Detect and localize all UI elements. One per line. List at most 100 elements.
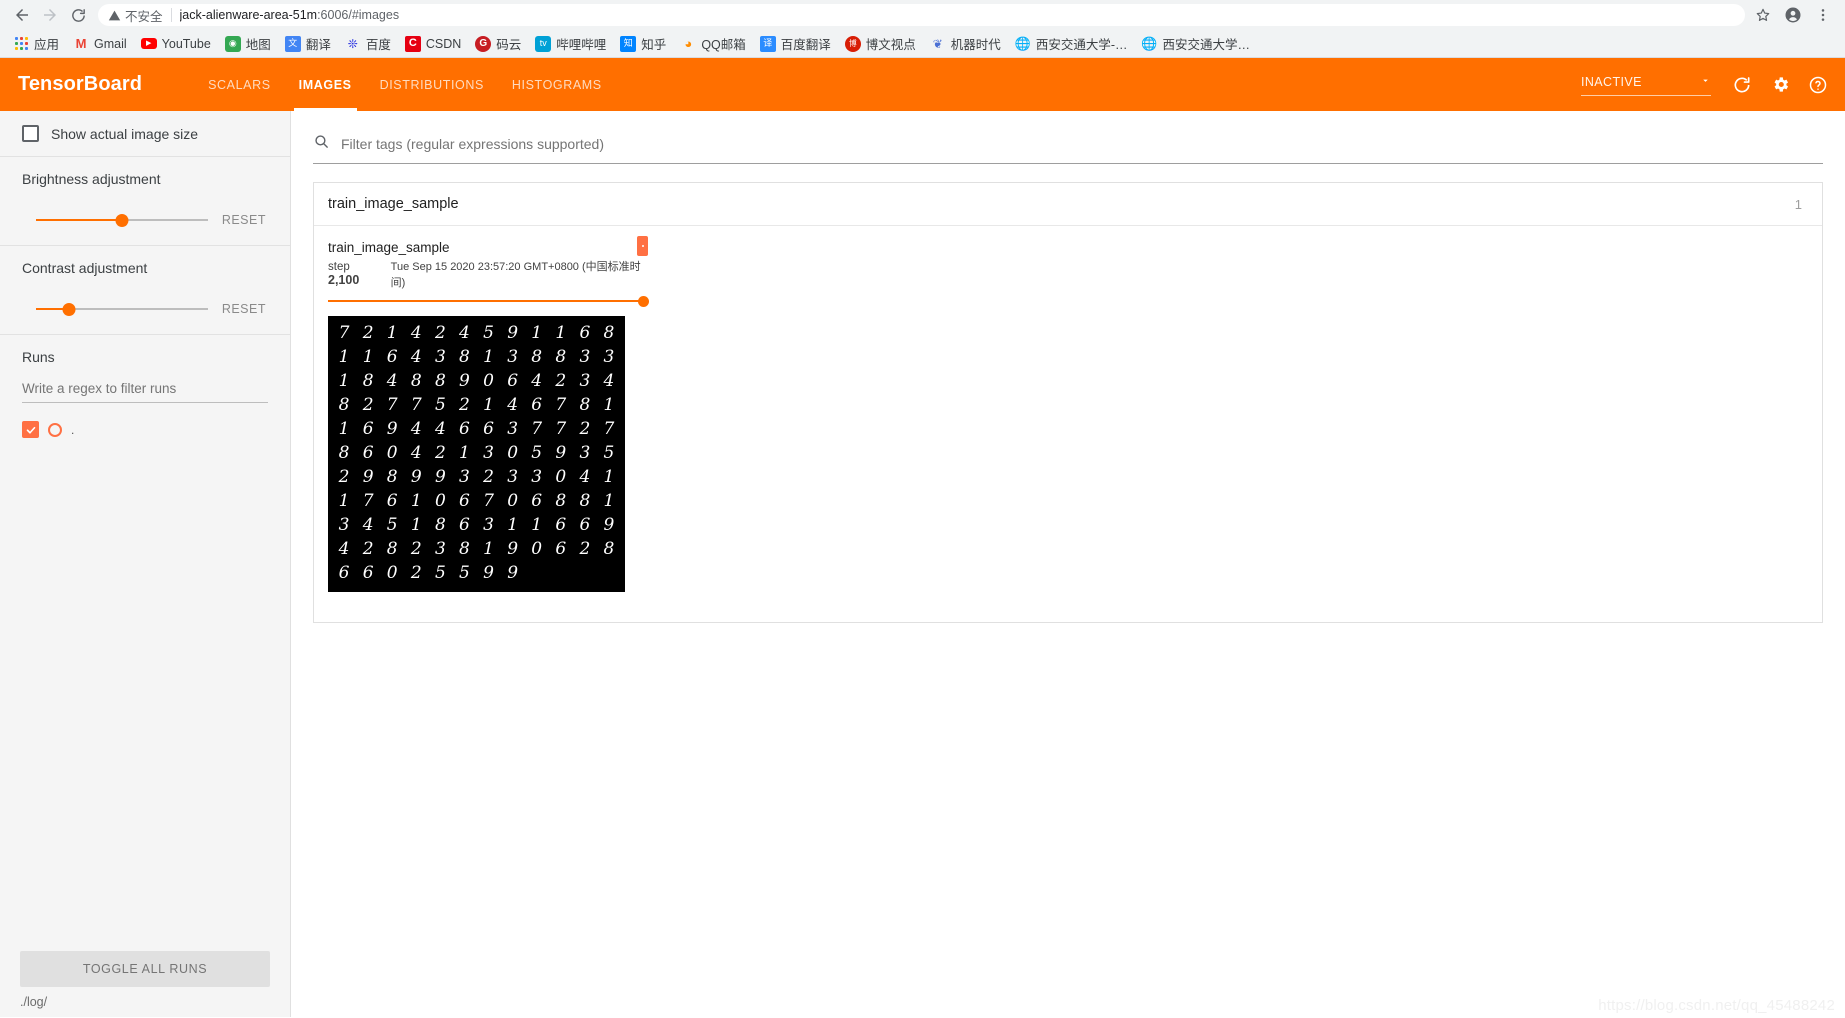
- mnist-digit: 1: [507, 515, 519, 536]
- tensorboard-logo[interactable]: TensorBoard: [18, 73, 142, 96]
- tab-images[interactable]: IMAGES: [285, 58, 366, 111]
- tag-group-header[interactable]: train_image_sample 1: [314, 183, 1822, 226]
- brightness-reset-button[interactable]: RESET: [220, 209, 268, 231]
- mnist-digit: 1: [603, 467, 615, 488]
- run-status-value: INACTIVE: [1581, 75, 1642, 89]
- mnist-digit: 9: [483, 563, 494, 584]
- tab-scalars[interactable]: SCALARS: [194, 58, 285, 111]
- runs-filter-input[interactable]: [22, 377, 268, 403]
- mnist-digit: 4: [603, 371, 615, 392]
- star-icon[interactable]: [1749, 1, 1777, 29]
- bookmark-label: 机器时代: [950, 38, 1001, 52]
- run-status-select[interactable]: INACTIVE: [1581, 73, 1711, 96]
- bookmark-xjtu-2[interactable]: 🌐 西安交通大学…: [1134, 32, 1257, 55]
- search-icon: [313, 133, 330, 155]
- bookmark-label: 码云: [496, 38, 522, 52]
- mnist-digit: 6: [483, 419, 494, 440]
- profile-icon[interactable]: [1779, 1, 1807, 29]
- toggle-all-runs-button[interactable]: TOGGLE ALL RUNS: [20, 951, 270, 987]
- sidebar-footer: TOGGLE ALL RUNS ./log/: [0, 951, 290, 1009]
- bookmark-translate[interactable]: 文 翻译: [278, 32, 338, 55]
- mnist-digit: 0: [507, 491, 519, 512]
- run-color-swatch-icon: [48, 422, 62, 437]
- mnist-digit: 1: [555, 323, 567, 344]
- mnist-digit: 3: [507, 347, 519, 368]
- contrast-reset-button[interactable]: RESET: [220, 298, 268, 320]
- mnist-digit: 7: [362, 491, 374, 512]
- image-card: train_image_sample step 2,100 Tue Sep 15…: [328, 236, 649, 592]
- bookmark-zhihu[interactable]: 知 知乎: [613, 32, 673, 55]
- bookmark-label: 翻译: [305, 38, 331, 52]
- bookmark-baidu-translate[interactable]: 译 百度翻译: [753, 32, 838, 55]
- bookmark-bilibili[interactable]: tv 哔哩哔哩: [528, 32, 613, 55]
- refresh-icon[interactable]: [1729, 72, 1755, 98]
- mnist-digit: 5: [386, 515, 398, 536]
- contrast-slider-row: RESET: [22, 298, 268, 320]
- reload-button[interactable]: [64, 1, 92, 29]
- bookmark-jiqi-shidai[interactable]: ❦ 机器时代: [923, 32, 1008, 55]
- bookmark-xjtu-1[interactable]: 🌐 西安交通大学-…: [1008, 32, 1135, 55]
- bookmark-youtube[interactable]: ▶ YouTube: [134, 35, 218, 53]
- mnist-digit: 3: [579, 443, 591, 464]
- mnist-digit: 2: [362, 395, 374, 416]
- forward-button[interactable]: [36, 1, 64, 29]
- bookmark-baidu[interactable]: ❊ 百度: [338, 32, 398, 55]
- bookmark-apps[interactable]: 应用: [6, 32, 66, 55]
- bookmark-bowen[interactable]: 博 博文视点: [838, 32, 923, 55]
- bookmark-label: 哔哩哔哩: [556, 38, 607, 52]
- mnist-digit: 2: [338, 467, 350, 488]
- show-actual-image-size-checkbox[interactable]: [22, 125, 39, 142]
- mnist-digit: 5: [483, 323, 494, 344]
- show-actual-image-size-label: Show actual image size: [51, 125, 199, 142]
- contrast-slider[interactable]: [36, 300, 208, 318]
- image-card-area: train_image_sample step 2,100 Tue Sep 15…: [314, 226, 1822, 622]
- mnist-digit: 3: [434, 347, 446, 368]
- security-label: 不安全: [125, 9, 163, 24]
- step-slider[interactable]: [328, 294, 649, 308]
- mnist-digit: 2: [483, 467, 494, 488]
- youtube-icon: ▶: [140, 38, 157, 49]
- mnist-digit: 3: [483, 443, 494, 464]
- help-circle-icon[interactable]: [1805, 72, 1831, 98]
- mnist-digit: 3: [434, 539, 446, 560]
- bookmark-qq-mail[interactable]: ◕ QQ邮箱: [673, 32, 752, 55]
- back-button[interactable]: [8, 1, 36, 29]
- tag-filter-input[interactable]: [339, 135, 1823, 153]
- run-list-item[interactable]: .: [22, 421, 268, 438]
- kebab-menu-icon[interactable]: [1809, 1, 1837, 29]
- bookmark-maps[interactable]: ◉ 地图: [218, 32, 278, 55]
- mnist-digit: 8: [338, 443, 350, 464]
- header-actions: INACTIVE: [1581, 58, 1831, 111]
- mnist-digit: 4: [459, 323, 470, 344]
- mnist-digit: 7: [603, 419, 615, 440]
- slider-knob[interactable]: [62, 302, 76, 316]
- mnist-sample-image: 7214245911681164381388331848890642348277…: [328, 315, 625, 592]
- gear-icon[interactable]: [1767, 72, 1793, 98]
- bookmark-gmail[interactable]: M Gmail: [66, 34, 134, 54]
- mnist-digit: 0: [555, 467, 567, 488]
- run-checkbox[interactable]: [22, 421, 39, 438]
- mnist-digit: 2: [555, 371, 567, 392]
- slider-knob[interactable]: [115, 213, 129, 227]
- mnist-digit: 6: [507, 371, 519, 392]
- baidu-translate-icon: 译: [759, 35, 776, 52]
- tab-distributions[interactable]: DISTRIBUTIONS: [366, 58, 498, 111]
- tab-histograms[interactable]: HISTOGRAMS: [498, 58, 616, 111]
- google-maps-icon: ◉: [224, 35, 241, 52]
- mnist-digit: 3: [579, 347, 591, 368]
- bookmark-gitee[interactable]: G 码云: [468, 32, 528, 55]
- mnist-digit: 2: [362, 539, 374, 560]
- sidebar-section-runs: Runs .: [0, 335, 290, 452]
- mnist-digit: 8: [386, 467, 398, 488]
- site-security-indicator[interactable]: 不安全: [108, 6, 163, 25]
- mnist-digit: 1: [603, 491, 615, 512]
- pin-icon[interactable]: [637, 236, 648, 256]
- address-bar[interactable]: 不安全 jack-alienware-area-51m:6006/#images: [98, 4, 1745, 26]
- image-card-meta: step 2,100 Tue Sep 15 2020 23:57:20 GMT+…: [328, 258, 648, 290]
- bookmark-csdn[interactable]: C CSDN: [398, 34, 468, 54]
- brightness-slider[interactable]: [36, 211, 208, 229]
- show-actual-image-size-row[interactable]: Show actual image size: [22, 125, 268, 142]
- runs-title: Runs: [22, 349, 55, 365]
- bowen-icon: 博: [844, 35, 861, 52]
- step-slider-knob[interactable]: [638, 295, 649, 307]
